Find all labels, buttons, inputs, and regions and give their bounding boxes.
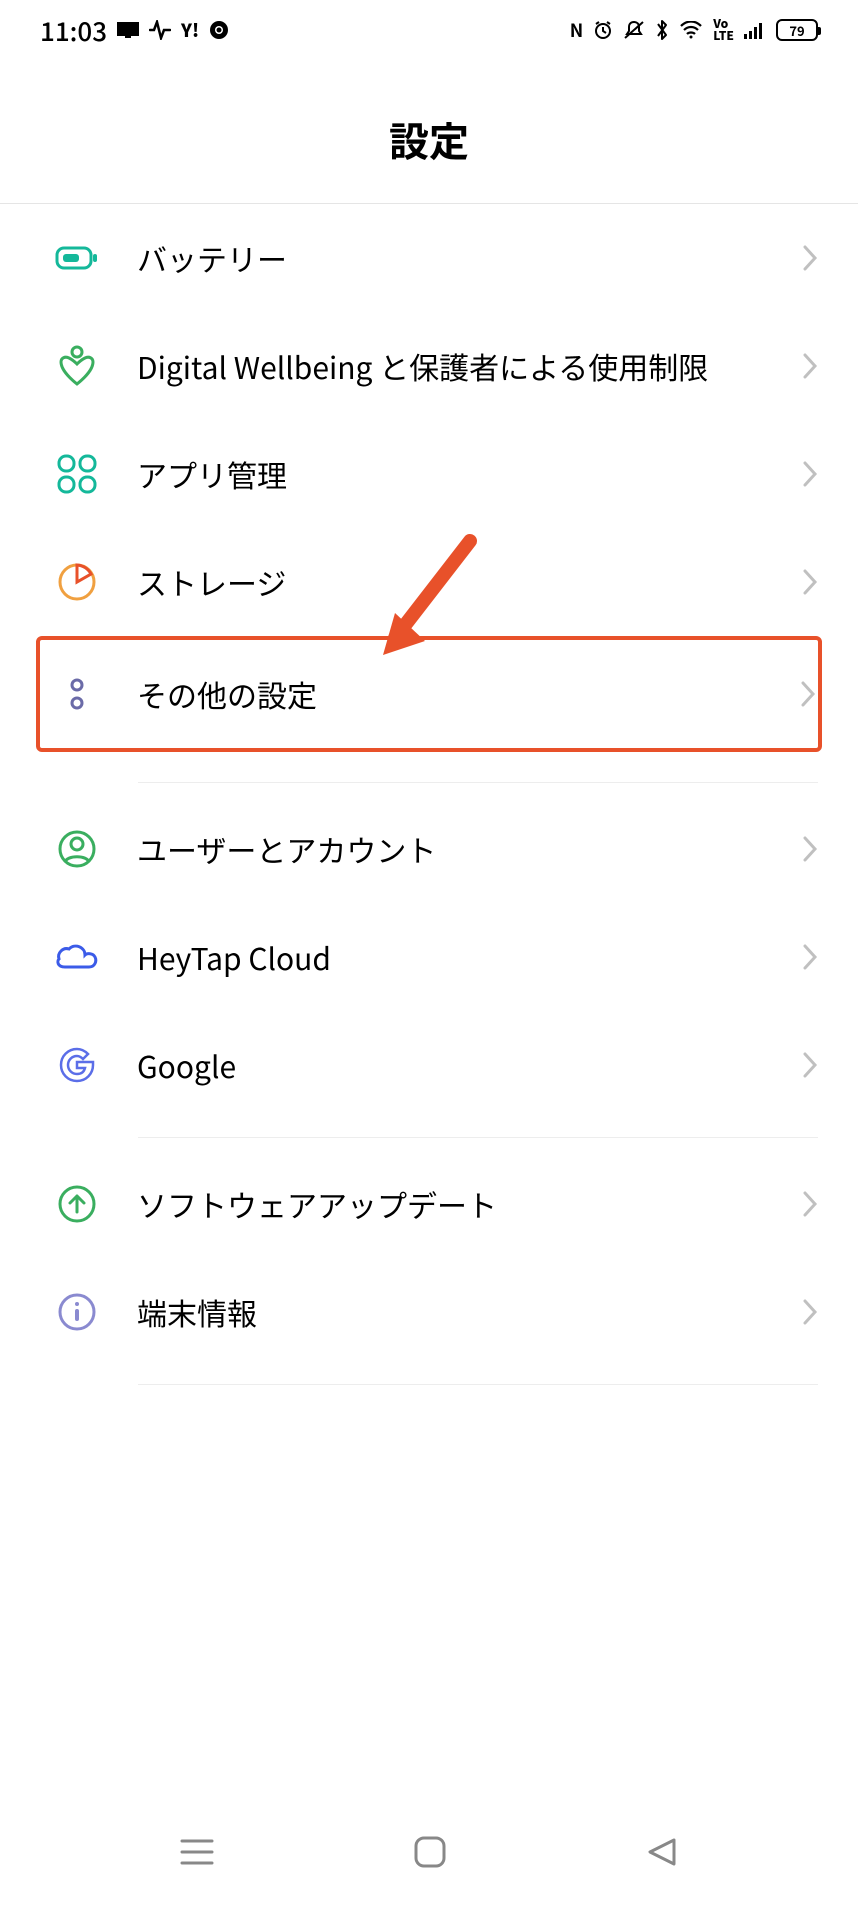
settings-item-label: ユーザーとアカウント	[137, 827, 792, 872]
cloud-icon	[55, 935, 99, 979]
settings-item-storage[interactable]: ストレージ	[0, 528, 858, 636]
apps-icon	[55, 452, 99, 496]
nav-recent-button[interactable]	[178, 1835, 216, 1869]
settings-item-label: アプリ管理	[137, 452, 792, 497]
chevron-right-icon	[802, 352, 818, 380]
battery-icon: 79	[776, 19, 818, 41]
chevron-right-icon	[802, 835, 818, 863]
battery-setting-icon	[55, 236, 99, 280]
bluetooth-icon	[655, 19, 669, 41]
nav-back-button[interactable]	[644, 1834, 680, 1870]
users-icon	[55, 827, 99, 871]
battery-level: 79	[789, 21, 804, 40]
settings-item-label: Google	[137, 1043, 792, 1088]
settings-item-heytap[interactable]: HeyTap Cloud	[0, 903, 858, 1011]
status-bar: 11:03 Y! N VoLTE 79	[0, 0, 858, 60]
chevron-right-icon	[802, 1298, 818, 1326]
page-title: 設定	[0, 110, 858, 168]
chevron-right-icon	[802, 244, 818, 272]
divider	[138, 1384, 818, 1385]
settings-item-label: HeyTap Cloud	[137, 935, 792, 980]
chevron-right-icon	[802, 568, 818, 596]
settings-list: バッテリー Digital Wellbeing と保護者による使用制限 アプリ管…	[0, 204, 858, 1385]
settings-item-label: バッテリー	[137, 236, 792, 281]
chevron-right-icon	[802, 460, 818, 488]
update-icon	[55, 1182, 99, 1226]
settings-item-label: Digital Wellbeing と保護者による使用制限	[137, 344, 792, 389]
status-left: 11:03 Y!	[40, 12, 229, 49]
settings-item-label: 端末情報	[137, 1290, 792, 1335]
settings-item-about[interactable]: 端末情報	[0, 1258, 858, 1366]
divider	[138, 1137, 818, 1138]
divider	[138, 782, 818, 783]
settings-item-wellbeing[interactable]: Digital Wellbeing と保護者による使用制限	[0, 312, 858, 420]
chevron-right-icon	[802, 1051, 818, 1079]
settings-item-label: ソフトウェアアップデート	[137, 1182, 792, 1227]
status-right: N VoLTE 79	[570, 17, 818, 43]
nfc-icon: N	[570, 17, 583, 43]
info-icon	[55, 1290, 99, 1334]
alarm-icon	[593, 20, 613, 40]
settings-item-google[interactable]: Google	[0, 1011, 858, 1119]
google-icon	[55, 1043, 99, 1087]
settings-item-apps[interactable]: アプリ管理	[0, 420, 858, 528]
yahoo-icon: Y!	[181, 17, 199, 43]
chevron-right-icon	[802, 1190, 818, 1218]
settings-item-label: ストレージ	[137, 560, 792, 605]
navigation-bar	[0, 1797, 858, 1907]
signal-icon	[744, 21, 766, 39]
annotation-highlight: その他の設定	[36, 636, 822, 752]
mute-icon	[623, 20, 645, 40]
storage-icon	[55, 560, 99, 604]
chevron-right-icon	[802, 943, 818, 971]
volte-icon: VoLTE	[713, 18, 734, 42]
pulse-icon	[149, 20, 171, 40]
settings-item-users[interactable]: ユーザーとアカウント	[0, 795, 858, 903]
chevron-right-icon	[800, 680, 816, 708]
other-settings-icon	[55, 672, 99, 716]
wifi-icon	[679, 21, 703, 39]
settings-item-other[interactable]: その他の設定	[40, 640, 818, 748]
chrome-icon	[209, 20, 229, 40]
screen-icon	[117, 22, 139, 38]
settings-item-battery[interactable]: バッテリー	[0, 204, 858, 312]
status-time: 11:03	[40, 12, 107, 49]
nav-home-button[interactable]	[412, 1834, 448, 1870]
settings-item-update[interactable]: ソフトウェアアップデート	[0, 1150, 858, 1258]
page-header: 設定	[0, 60, 858, 204]
settings-item-label: その他の設定	[137, 672, 790, 717]
wellbeing-icon	[55, 344, 99, 388]
